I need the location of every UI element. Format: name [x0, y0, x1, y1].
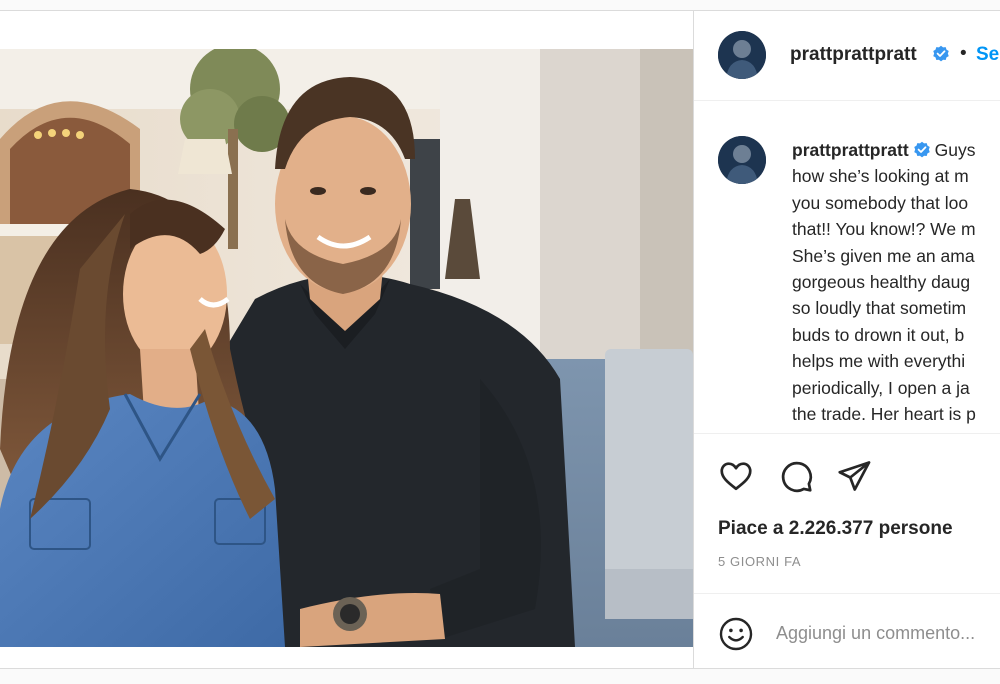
comment-composer	[694, 593, 1000, 668]
verified-badge-icon	[913, 141, 930, 158]
caption-line: that!! You know!? We m	[792, 219, 976, 240]
caption-line: you somebody that loo	[792, 192, 969, 213]
caption-line: She’s given me an ama	[792, 245, 975, 266]
likes-count[interactable]: Piace a 2.226.377 persone	[718, 518, 953, 540]
follow-button[interactable]: Segui	[976, 44, 1000, 66]
post-side-panel: prattprattpratt • Segui prattprattpratt G…	[693, 11, 1000, 668]
caption-line: how she’s looking at m	[792, 166, 969, 187]
paper-plane-icon[interactable]	[836, 458, 872, 494]
photo-area	[0, 11, 693, 668]
caption-line: so loudly that sometim	[792, 298, 967, 319]
post-photo-illustration	[0, 49, 693, 647]
avatar-icon	[718, 31, 766, 79]
caption-line: helps me with everythi	[792, 351, 966, 372]
author-avatar[interactable]	[718, 31, 766, 79]
caption-line: periodically, I open a ja	[792, 377, 970, 398]
post-caption: prattprattpratt Guys how she’s looking at…	[792, 137, 1000, 427]
likes-number: 2.226.377	[788, 518, 874, 539]
comment-input[interactable]	[776, 618, 1000, 648]
avatar-icon	[718, 136, 766, 184]
caption-text: Guys	[934, 140, 976, 160]
post-actions: Piace a 2.226.377 persone 5 GIORNI FA	[694, 433, 1000, 594]
caption-line: gorgeous healthy daug	[792, 272, 971, 293]
post-photo[interactable]	[0, 49, 693, 647]
likes-suffix: persone	[878, 518, 953, 539]
separator-dot: •	[960, 43, 967, 64]
heart-icon[interactable]	[718, 458, 754, 494]
post-header: prattprattpratt • Segui	[694, 11, 1000, 101]
post-date[interactable]: 5 GIORNI FA	[718, 554, 801, 569]
likes-prefix: Piace a	[718, 518, 784, 539]
smiley-icon[interactable]	[718, 616, 754, 652]
top-strip	[0, 0, 1000, 11]
caption-line: buds to drown it out, b	[792, 324, 965, 345]
caption-line: the trade. Her heart is p	[792, 404, 976, 425]
comment-bubble-icon[interactable]	[778, 458, 814, 494]
verified-badge-icon	[933, 45, 949, 62]
caption-area: prattprattpratt Guys how she’s looking at…	[694, 101, 1000, 433]
caption-line: prattprattpratt Guys	[792, 137, 1000, 163]
caption-author-avatar[interactable]	[718, 136, 766, 184]
caption-username[interactable]: prattprattpratt	[792, 140, 909, 160]
author-username[interactable]: prattprattpratt	[790, 44, 917, 66]
bottom-strip	[0, 668, 1000, 684]
